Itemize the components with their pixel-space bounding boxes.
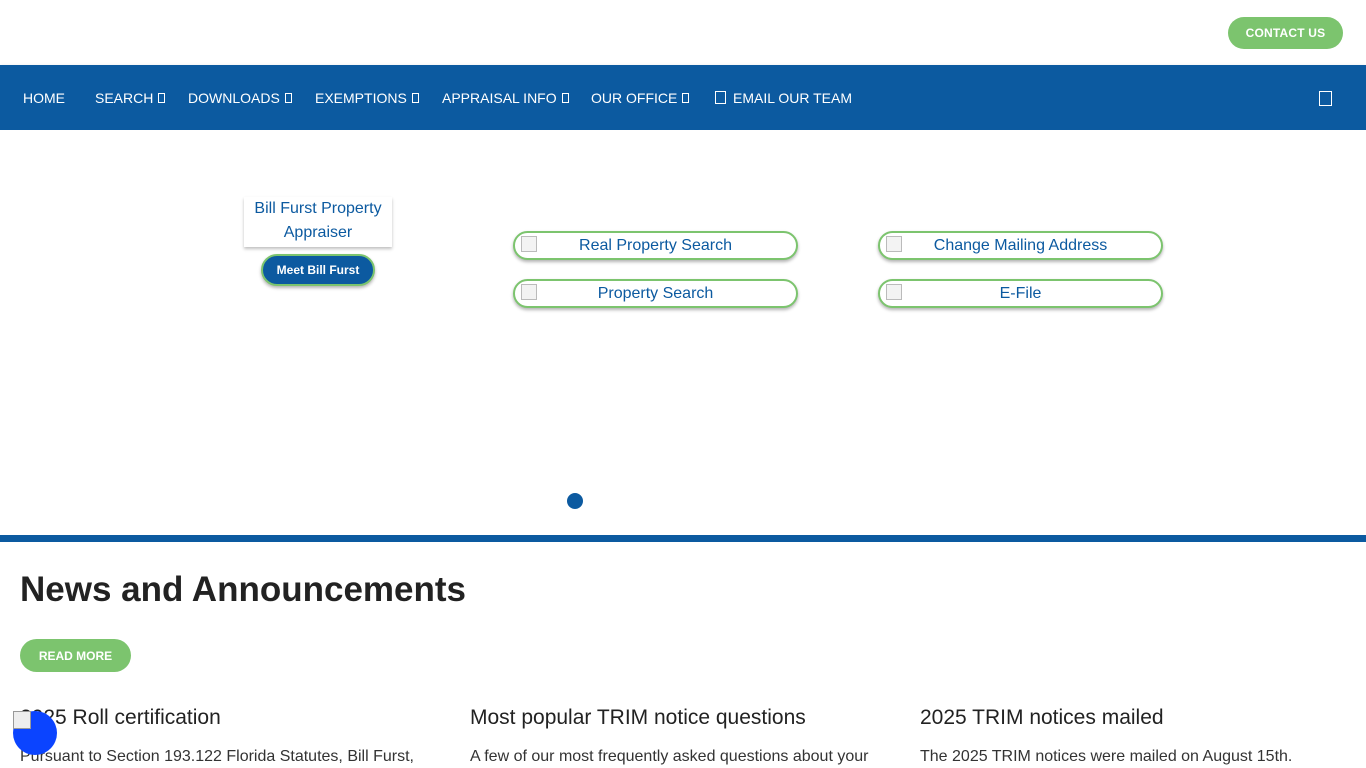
nav-item-our-office[interactable]: OUR OFFICE [591,65,690,130]
read-more-button[interactable]: READ MORE [20,639,131,672]
real-property-search-button[interactable]: Real Property Search [513,231,798,260]
news-card[interactable]: Most popular TRIM notice questions A few… [470,706,890,766]
nav-item-label: HOME [23,89,65,106]
envelope-icon [715,91,726,104]
news-card-excerpt: The 2025 TRIM notices were mailed on Aug… [920,748,1293,765]
dropdown-caret-icon [682,92,690,103]
meet-bill-furst-button[interactable]: Meet Bill Furst [261,254,375,286]
quick-link-label: Real Property Search [579,236,732,254]
broken-image-icon [886,284,902,300]
nav-item-home[interactable]: HOME [23,65,65,130]
quick-link-label: Change Mailing Address [933,236,1108,254]
nav-item-exemptions[interactable]: EXEMPTIONS [315,65,419,130]
news-card[interactable]: 2025 TRIM notices mailed The 2025 TRIM n… [920,706,1340,766]
news-card-excerpt: A few of our most frequently asked quest… [470,748,869,765]
hero-slider [0,130,1366,535]
nav-item-label: SEARCH [95,89,154,106]
dropdown-caret-icon [284,92,292,103]
broken-image-icon [13,711,31,729]
nav-item-label: EMAIL OUR TEAM [733,89,853,106]
nav-item-label: EXEMPTIONS [315,89,407,106]
news-card-excerpt: Pursuant to Section 193.122 Florida Stat… [20,748,414,765]
news-card-title[interactable]: 2025 TRIM notices mailed [920,706,1340,730]
dropdown-caret-icon [561,92,569,103]
broken-image-icon [521,236,537,252]
main-navigation: HOME SEARCH DOWNLOADS EXEMPTIONS APPRAIS… [0,65,1366,130]
slider-dot-active[interactable] [567,493,583,509]
nav-item-label: DOWNLOADS [188,89,280,106]
nav-item-label: APPRAISAL INFO [442,89,557,106]
nav-item-appraisal-info[interactable]: APPRAISAL INFO [442,65,569,130]
dropdown-caret-icon [158,92,166,103]
dropdown-caret-icon [411,92,419,103]
contact-us-button[interactable]: CONTACT US [1228,17,1343,49]
broken-image-icon [886,236,902,252]
menu-toggle-icon[interactable] [1319,91,1332,106]
nav-item-label: OUR OFFICE [591,89,678,106]
nav-item-search[interactable]: SEARCH [95,65,166,130]
news-card-title[interactable]: Most popular TRIM notice questions [470,706,890,730]
property-search-button[interactable]: Property Search [513,279,798,308]
section-divider [0,535,1366,542]
nav-item-downloads[interactable]: DOWNLOADS [188,65,292,130]
news-card-title[interactable]: 2025 Roll certification [20,706,440,730]
news-card[interactable]: 2025 Roll certification Pursuant to Sect… [20,706,440,766]
news-section-title: News and Announcements [20,570,466,609]
top-bar: CONTACT US [0,0,1366,65]
quick-link-label: E-File [999,284,1042,302]
broken-image-icon [521,284,537,300]
change-mailing-address-button[interactable]: Change Mailing Address [878,231,1163,260]
quick-link-label: Property Search [597,284,714,302]
appraiser-image: Bill Furst Property Appraiser [244,197,392,247]
nav-item-email-our-team[interactable]: EMAIL OUR TEAM [715,65,852,130]
e-file-button[interactable]: E-File [878,279,1163,308]
